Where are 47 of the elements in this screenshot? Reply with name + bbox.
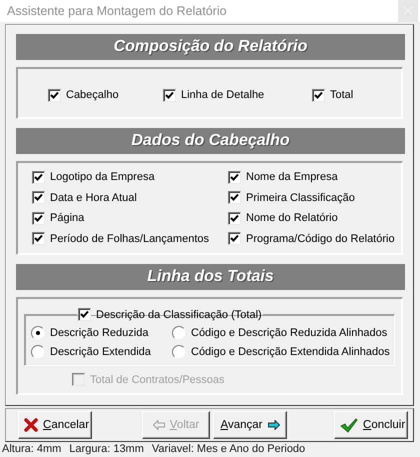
checkbox-label: Descrição da Classificação (Total) [96,308,262,320]
checkbox[interactable] [163,88,176,102]
radio-button[interactable] [172,344,186,358]
checkbox-label: Página [50,212,84,224]
section-header: Dados do Cabeçalho [16,128,405,154]
radio-button[interactable] [172,326,186,340]
checkbox[interactable] [312,88,325,102]
status-text: Altura: 4mm [2,443,62,455]
checkbox[interactable] [228,170,241,184]
checkbox-label: Nome do Relatório [246,212,338,224]
checkbox[interactable] [78,308,91,321]
wizard-button[interactable]: Cancelar [18,411,92,439]
checkbox-label: Cabeçalho [66,89,119,101]
checkbox[interactable] [228,232,241,245]
checkbox-label: Período de Folhas/Lançamentos [50,232,209,244]
checkbox[interactable] [228,191,241,204]
checkbox[interactable] [228,212,241,224]
checkbox-label: Primeira Classificação [246,192,355,204]
wizard-button[interactable]: Avançar [213,411,287,439]
radio-button[interactable] [31,326,45,340]
checkbox[interactable] [32,191,45,204]
section-header: Linha dos Totais [16,264,405,290]
radio-label: Código e Descrição Extendida Alinhados [191,346,390,358]
radio-label: Descrição Reduzida [50,326,148,338]
checkbox[interactable] [32,170,45,184]
checkbox-label: Data e Hora Atual [50,192,137,204]
radio-label: Código e Descrição Reduzida Alinhados [191,326,388,338]
checkbox[interactable] [32,232,45,245]
window-title: Assistente para Montagem do Relatório [6,4,227,18]
checkbox-label: Nome da Empresa [246,171,338,183]
wizard-button[interactable]: Concluir [334,411,408,439]
section-header: Composição do Relatório [16,34,405,60]
checkbox-label: Total [330,89,354,101]
radio-button[interactable] [31,344,45,358]
checkbox-label: Total de Contratos/Pessoas [90,374,225,386]
radio-label: Descrição Extendida [50,346,151,358]
left-arrow-icon [152,420,165,430]
checkbox[interactable] [32,212,45,224]
checkbox-label: Programa/Código do Relatório [246,232,395,244]
check-icon [340,418,358,432]
right-arrow-icon [268,420,280,430]
checkbox-label: Linha de Detalhe [181,89,264,101]
checkbox[interactable] [48,88,61,102]
status-text: Largura: 13mm [69,443,144,455]
status-text: Variavel: Mes e Ano do Periodo [152,443,306,455]
checkbox-label: Logotipo da Empresa [50,171,155,183]
close-icon [24,418,38,432]
